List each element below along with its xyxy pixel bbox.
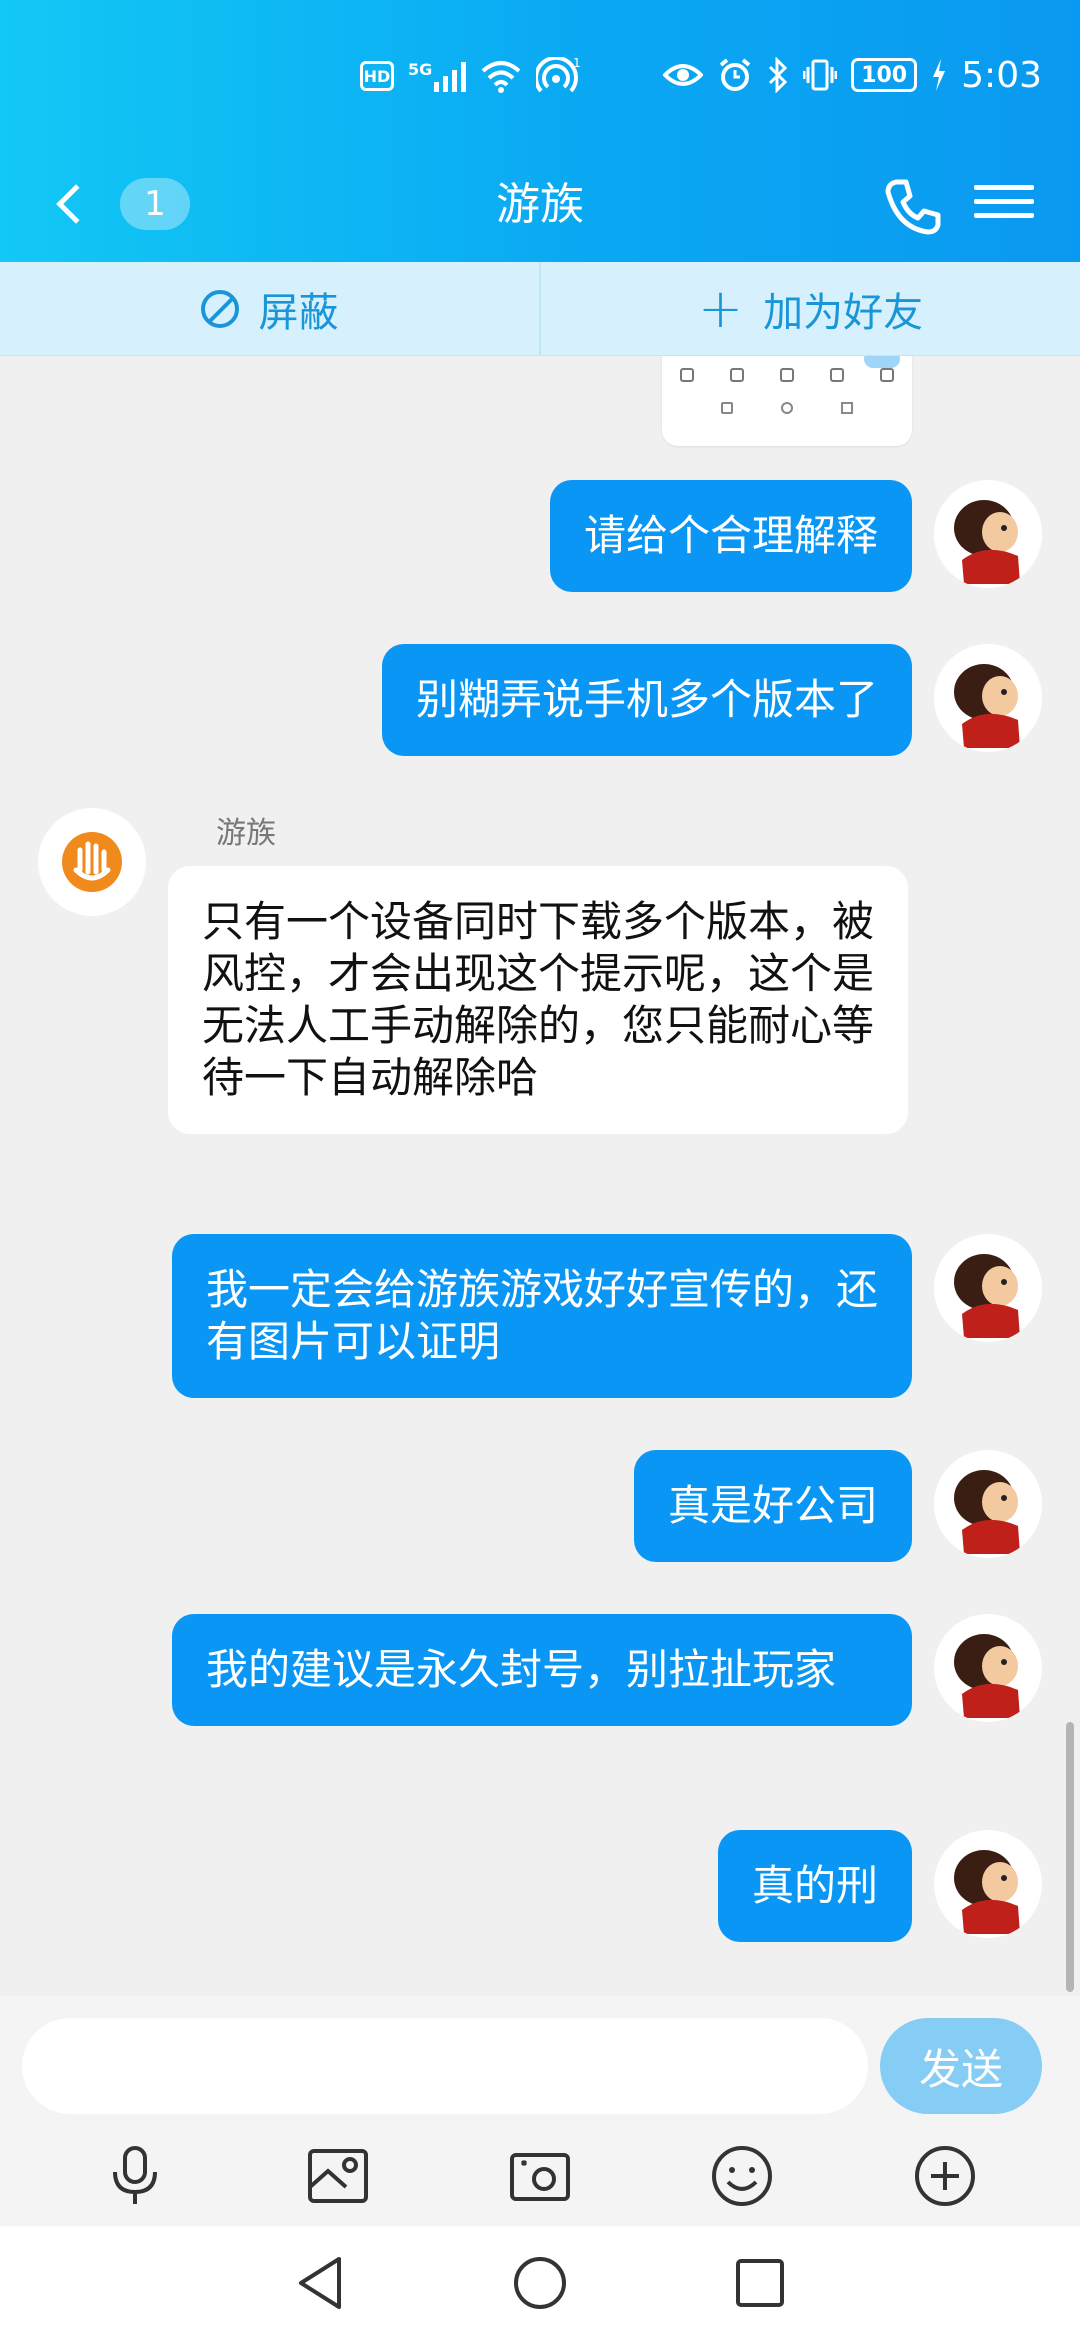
block-button[interactable]: 屏蔽 <box>0 262 539 355</box>
sender-avatar[interactable] <box>38 808 146 916</box>
my-avatar[interactable] <box>934 1830 1042 1938</box>
send-button[interactable]: 发送 <box>880 2018 1042 2114</box>
gallery-button[interactable] <box>302 2140 374 2212</box>
outgoing-message-bubble[interactable]: 我一定会给游族游戏好好宣传的，还有图片可以证明 <box>172 1234 912 1398</box>
hotspot-icon: 1 <box>536 57 580 93</box>
network-type-label: 5G <box>408 60 433 79</box>
image-message-thumbnail[interactable] <box>662 356 912 446</box>
chat-header: 1 游族 <box>0 150 1080 262</box>
add-friend-button[interactable]: + 加为好友 <box>539 262 1080 355</box>
microphone-icon <box>113 2146 158 2204</box>
my-avatar[interactable] <box>934 1450 1042 1558</box>
square-recents-icon <box>736 2259 784 2307</box>
outgoing-message-bubble[interactable]: 请给个合理解释 <box>549 480 912 592</box>
camera-icon <box>509 2153 570 2201</box>
block-label: 屏蔽 <box>258 289 339 336</box>
outgoing-message-bubble[interactable]: 别糊弄说手机多个版本了 <box>381 644 912 756</box>
cartoon-avatar-icon <box>934 1234 1042 1342</box>
bluetooth-icon <box>769 57 788 93</box>
emoji-button[interactable] <box>706 2140 778 2212</box>
status-time: 5:03 <box>961 54 1042 96</box>
incoming-message-bubble[interactable]: 只有一个设备同时下载多个版本，被风控，才会出现这个提示呢，这个是无法人工手动解除… <box>168 866 908 1134</box>
my-avatar[interactable] <box>934 1234 1042 1342</box>
message-input[interactable] <box>22 2018 868 2114</box>
image-icon <box>307 2149 368 2203</box>
my-avatar[interactable] <box>934 1614 1042 1722</box>
charging-icon <box>933 59 946 91</box>
svg-text:1: 1 <box>573 57 580 70</box>
hd-voice-icon: HD <box>360 61 394 91</box>
cellular-signal-icon: 5G <box>408 60 467 92</box>
circle-home-icon <box>514 2257 566 2309</box>
status-left-group: HD 5G 1 <box>360 56 580 96</box>
status-right-group: 100 5:03 <box>663 52 1042 98</box>
input-toolbar <box>0 2128 1080 2224</box>
nav-home-button[interactable] <box>510 2253 570 2313</box>
battery-icon: 100 <box>851 58 918 92</box>
sender-name: 游族 <box>216 816 276 851</box>
triangle-back-icon <box>299 2257 341 2309</box>
outgoing-message-bubble[interactable]: 真的刑 <box>717 1830 912 1942</box>
thumb-send-button <box>864 356 900 368</box>
wifi-icon <box>481 61 521 93</box>
alarm-icon <box>719 58 751 91</box>
nav-back-button[interactable] <box>290 2253 350 2313</box>
input-bar: 发送 <box>0 1996 1080 2226</box>
chat-messages[interactable]: 请给个合理解释 别糊弄说手机多个版本了 游族 只有一个设备同时下载多个版本，被风… <box>0 356 1080 1996</box>
eye-comfort-icon <box>663 64 704 86</box>
emoji-icon <box>712 2146 773 2206</box>
cartoon-avatar-icon <box>934 480 1042 588</box>
voice-button[interactable] <box>99 2140 171 2212</box>
nav-recents-button[interactable] <box>730 2253 790 2313</box>
cartoon-avatar-icon <box>934 1830 1042 1938</box>
cartoon-avatar-icon <box>934 644 1042 752</box>
plus-icon: + <box>697 276 744 340</box>
outgoing-message-bubble[interactable]: 我的建议是永久封号，别拉扯玩家 <box>172 1614 912 1726</box>
youzu-logo-icon <box>62 832 122 892</box>
block-icon <box>200 289 239 328</box>
my-avatar[interactable] <box>934 644 1042 752</box>
more-button[interactable] <box>909 2140 981 2212</box>
outgoing-message-bubble[interactable]: 真是好公司 <box>633 1450 912 1562</box>
stranger-action-bar: 屏蔽 + 加为好友 <box>0 262 1080 356</box>
top-bar: HD 5G 1 100 5:03 1 游族 <box>0 0 1080 262</box>
phone-call-button[interactable] <box>878 172 948 242</box>
status-bar: HD 5G 1 100 5:03 <box>0 0 1080 150</box>
phone-icon <box>885 179 941 235</box>
cartoon-avatar-icon <box>934 1614 1042 1722</box>
menu-button[interactable] <box>974 176 1034 236</box>
thumb-toolbar <box>662 368 912 382</box>
vibrate-icon <box>803 59 838 91</box>
my-avatar[interactable] <box>934 480 1042 588</box>
menu-icon <box>974 185 1034 190</box>
cartoon-avatar-icon <box>934 1450 1042 1558</box>
chat-scrollbar[interactable] <box>1066 1722 1074 1992</box>
plus-circle-icon <box>914 2146 975 2206</box>
thumb-nav <box>662 402 912 414</box>
add-friend-label: 加为好友 <box>763 289 924 336</box>
system-nav-bar <box>0 2226 1080 2340</box>
camera-button[interactable] <box>504 2140 576 2212</box>
